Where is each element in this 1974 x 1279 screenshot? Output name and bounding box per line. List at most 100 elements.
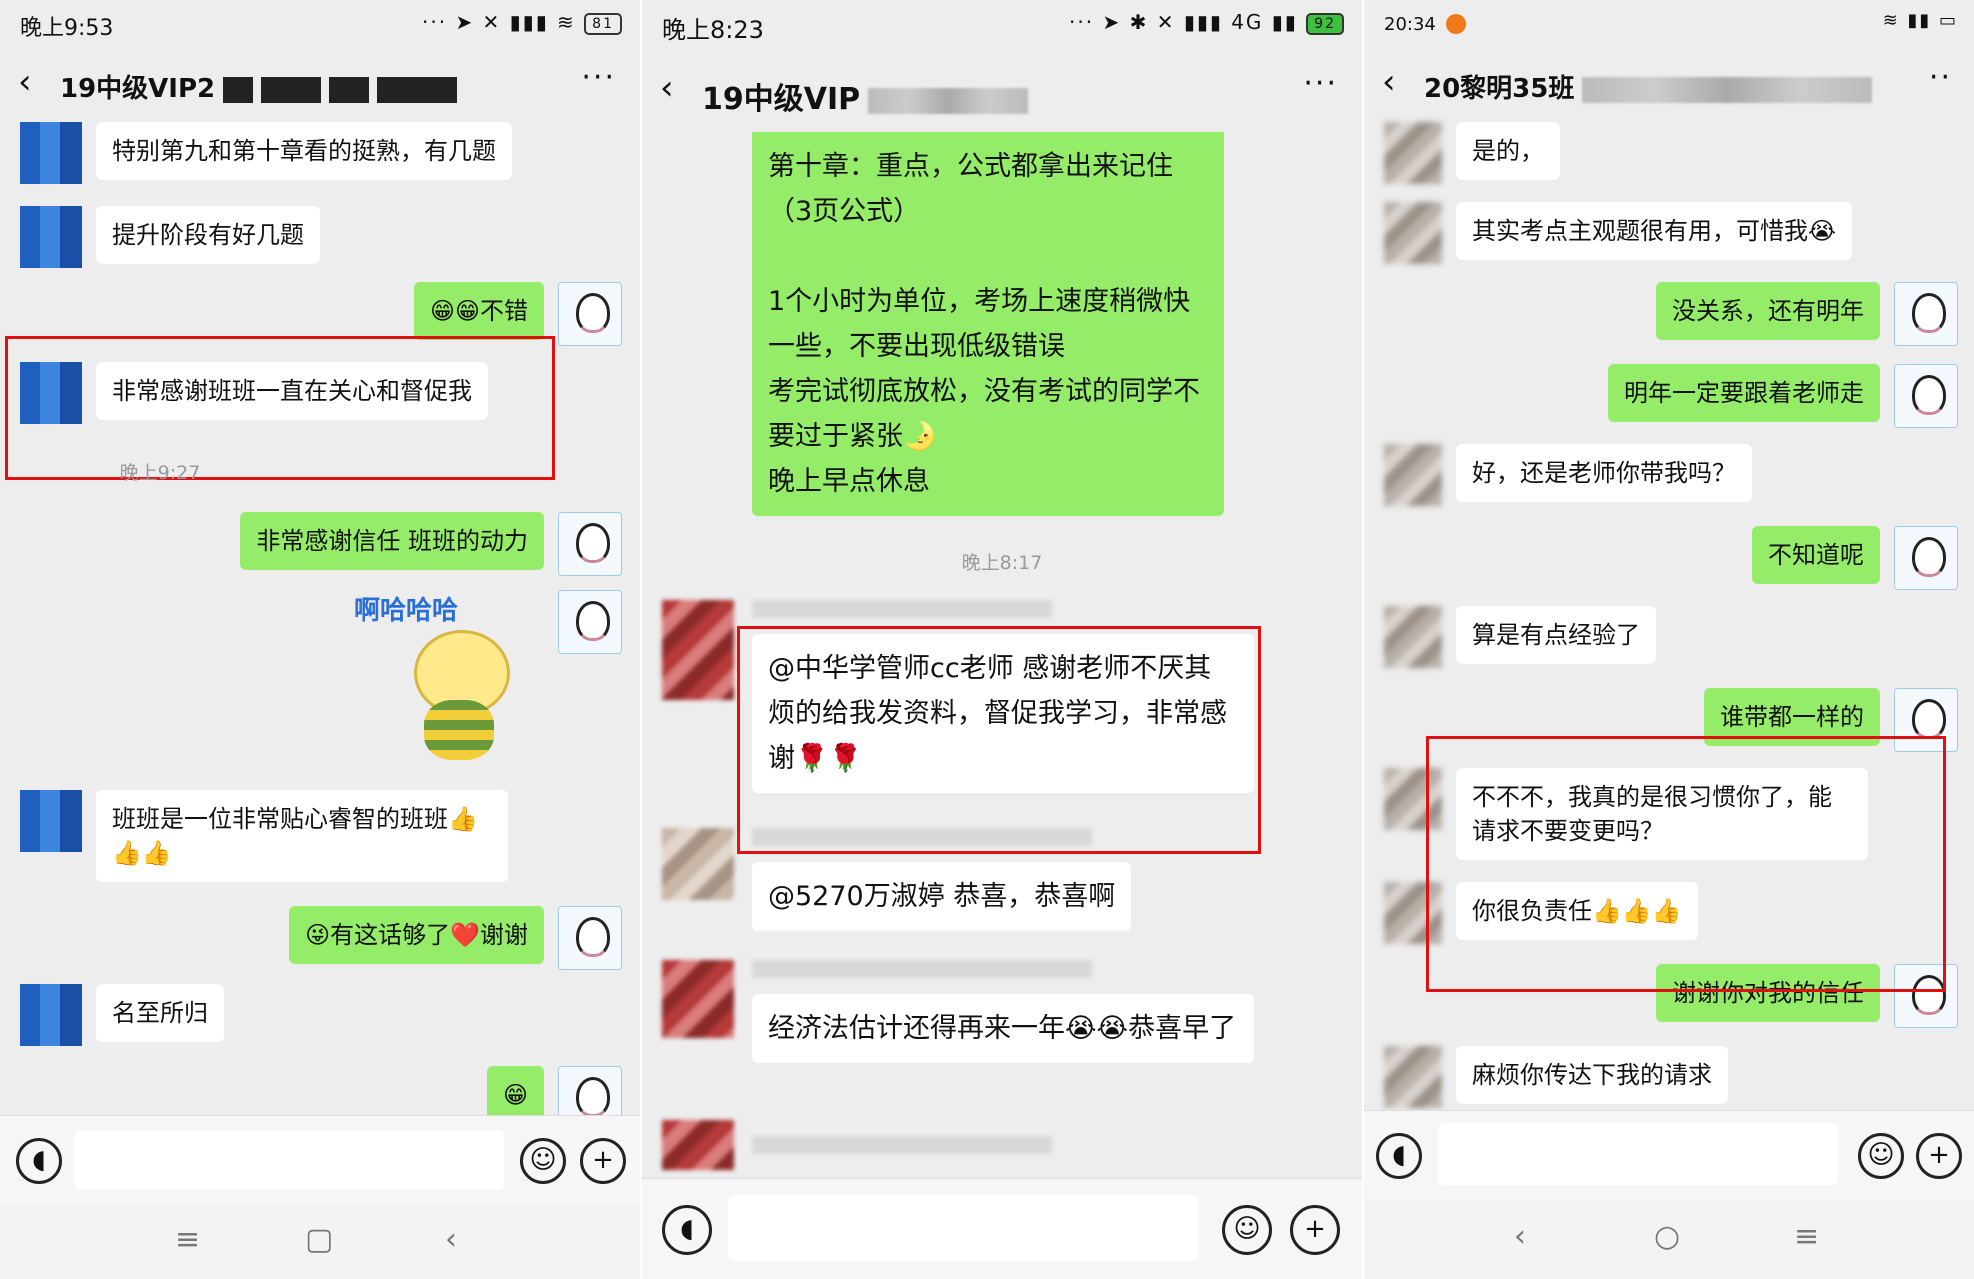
sticker-text: 啊哈哈哈 (354, 596, 459, 626)
status-time: 晚上9:53 (20, 16, 114, 41)
timestamp: 晚上8:17 (961, 552, 1043, 574)
message-bubble[interactable]: 第十章：重点，公式都拿出来记住（3页公式） 1个小时为单位，考场上速度稍微快一些… (752, 132, 1224, 516)
message-bubble[interactable]: 班班是一位非常贴心睿智的班班👍👍👍 (96, 790, 508, 882)
more-icon[interactable]: ·· (1929, 60, 1952, 95)
home-icon[interactable]: ○ (1654, 1219, 1680, 1254)
message-bubble[interactable]: 😁😁不错 (413, 282, 544, 340)
message-row: 没关系，还有明年 (1642, 282, 1958, 346)
back-icon[interactable]: ‹ (660, 68, 674, 108)
back-nav-icon[interactable]: ‹ (1514, 1219, 1526, 1254)
message-input[interactable] (1438, 1123, 1838, 1185)
menu-icon[interactable]: ≡ (1794, 1219, 1819, 1254)
message-bubble[interactable]: 经济法估计还得再来一年😭😭恭喜早了 (752, 994, 1254, 1063)
avatar[interactable] (1384, 444, 1442, 506)
avatar[interactable] (1384, 606, 1442, 668)
avatar[interactable] (662, 1120, 734, 1170)
message-bubble[interactable]: 名至所归 (96, 984, 224, 1042)
avatar[interactable] (1894, 364, 1958, 428)
plus-icon[interactable]: + (1916, 1133, 1962, 1179)
chat-title: 19中级VIP2 (60, 68, 458, 105)
back-icon[interactable]: ‹ (1382, 62, 1396, 102)
back-nav-icon[interactable]: ‹ (445, 1222, 457, 1257)
message-row: 啊哈哈哈 (354, 590, 622, 780)
status-icons: ··· ➤ ✕ ▮▮▮ ≋ 81 (422, 10, 622, 35)
avatar[interactable] (1384, 202, 1442, 264)
message-bubble[interactable]: 没关系，还有明年 (1656, 282, 1880, 340)
plus-icon[interactable]: + (1290, 1205, 1340, 1255)
message-row (662, 1120, 1052, 1170)
message-bubble[interactable]: @5270万淑婷 恭喜，恭喜啊 (752, 862, 1132, 931)
system-nav-bar: ‹ ○ ≡ (1364, 1201, 1974, 1279)
message-row: 是的， (1384, 122, 1574, 184)
message-row: 不知道呢 (1738, 526, 1958, 590)
avatar[interactable] (1894, 282, 1958, 346)
redacted-sender-name (752, 600, 1052, 618)
message-bubble[interactable]: 提升阶段有好几题 (96, 206, 320, 264)
redaction (377, 76, 458, 103)
message-bubble[interactable]: 特别第九和第十章看的挺熟，有几题 (96, 122, 512, 180)
more-icon[interactable]: ··· (1303, 66, 1338, 101)
status-time: 20:34 (1384, 14, 1436, 35)
message-row: 明年一定要跟着老师走 (1594, 364, 1958, 428)
avatar[interactable] (1384, 1046, 1442, 1108)
status-icons: ··· ➤ ✱ ✕ ▮▮▮ 4G ▮▮ 92 (1069, 10, 1344, 35)
message-bubble[interactable]: 其实考点主观题很有用，可惜我😭 (1456, 202, 1853, 260)
avatar[interactable] (558, 590, 622, 654)
avatar[interactable] (662, 960, 734, 1038)
back-icon[interactable]: ‹ (18, 62, 32, 102)
status-time: 晚上8:23 (662, 16, 764, 44)
emoji-icon[interactable]: ☺ (520, 1138, 566, 1184)
more-icon[interactable]: ··· (581, 60, 616, 95)
home-icon[interactable]: ▢ (305, 1222, 333, 1257)
avatar[interactable] (662, 600, 734, 700)
input-bar: ◖ ☺ + (1364, 1110, 1974, 1201)
voice-icon[interactable]: ◖ (16, 1138, 62, 1184)
message-bubble[interactable]: 算是有点经验了 (1456, 606, 1656, 664)
chat-title-text: 19中级VIP2 (60, 74, 216, 104)
message-row: 经济法估计还得再来一年😭😭恭喜早了 (662, 960, 1254, 1063)
emoji-icon[interactable]: ☺ (1858, 1133, 1904, 1179)
message-bubble[interactable]: 好，还是老师你带我吗？ (1456, 444, 1752, 502)
avatar[interactable] (20, 206, 82, 268)
timestamp: 晚上9:27 (119, 462, 201, 484)
message-row: 特别第九和第十章看的挺熟，有几题 (20, 122, 526, 184)
avatar[interactable] (558, 512, 622, 576)
sticker-image[interactable]: 啊哈哈哈 (354, 590, 544, 780)
message-bubble[interactable]: 非常感谢信任 班班的动力 (240, 512, 544, 570)
network-label: 4G (1231, 10, 1264, 34)
avatar[interactable] (662, 828, 734, 900)
chat-header: ‹ 20黎明35班 ·· (1364, 52, 1974, 122)
emoji-icon[interactable]: ☺ (1222, 1205, 1272, 1255)
battery-indicator: 92 (1306, 12, 1344, 35)
redaction (868, 87, 1029, 114)
message-row: 算是有点经验了 (1384, 606, 1670, 668)
avatar[interactable] (1384, 122, 1442, 184)
menu-icon[interactable]: ≡ (175, 1222, 200, 1257)
message-bubble[interactable]: 是的， (1456, 122, 1560, 180)
redaction (1582, 76, 1873, 103)
chat-header: ‹ 19中级VIP ··· (642, 58, 1362, 128)
message-block: @5270万淑婷 恭喜，恭喜啊 (752, 828, 1132, 931)
avatar[interactable] (1894, 526, 1958, 590)
message-row: 提升阶段有好几题 (20, 206, 334, 268)
message-input[interactable] (728, 1195, 1198, 1261)
message-row: 班班是一位非常贴心睿智的班班👍👍👍 (20, 790, 522, 882)
redacted-sender-name (752, 828, 1092, 846)
plus-icon[interactable]: + (580, 1138, 626, 1184)
avatar[interactable] (20, 984, 82, 1046)
voice-icon[interactable]: ◖ (1376, 1133, 1422, 1179)
notification-icon (1446, 14, 1466, 34)
message-row: 名至所归 (20, 984, 238, 1046)
avatar[interactable] (20, 122, 82, 184)
sticker-body (424, 700, 494, 760)
message-bubble[interactable]: 麻烦你传达下我的请求 (1456, 1046, 1728, 1104)
avatar[interactable] (558, 282, 622, 346)
avatar[interactable] (20, 790, 82, 852)
voice-icon[interactable]: ◖ (662, 1205, 712, 1255)
message-bubble[interactable]: 😜有这话够了❤️谢谢 (289, 906, 544, 964)
message-bubble[interactable]: 明年一定要跟着老师走 (1608, 364, 1880, 422)
avatar[interactable] (558, 906, 622, 970)
message-bubble[interactable]: 不知道呢 (1752, 526, 1880, 584)
chat-title: 19中级VIP (702, 74, 1029, 118)
message-input[interactable] (74, 1130, 504, 1190)
